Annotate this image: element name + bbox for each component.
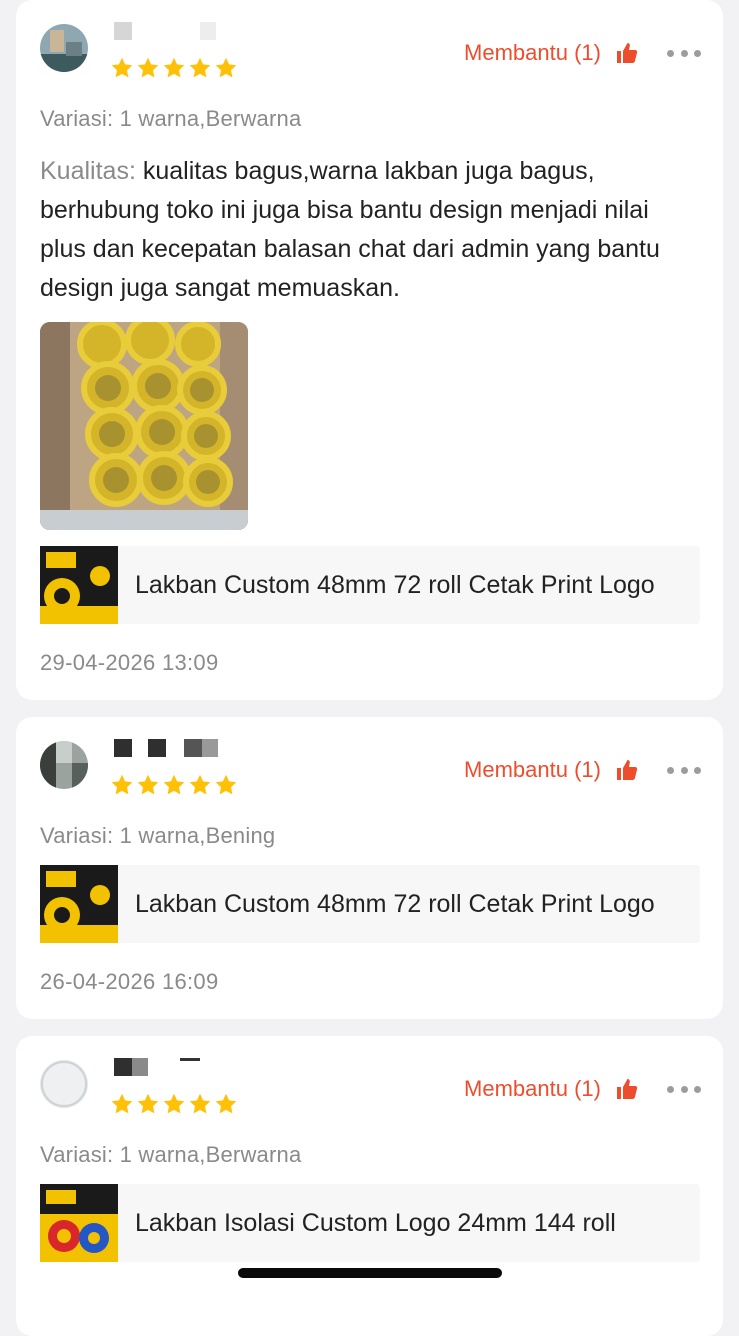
star-icon: [110, 1092, 134, 1116]
product-thumbnail: [40, 865, 118, 943]
review-card: Membantu (1) Variasi: 1 warna,Berwarna L…: [16, 1036, 723, 1336]
product-link[interactable]: Lakban Custom 48mm 72 roll Cetak Print L…: [40, 865, 700, 943]
variation-label: Variasi: 1 warna,Bening: [40, 823, 276, 848]
review-date: 29-04-2026 13:09: [40, 650, 219, 675]
variation-label: Variasi: 1 warna,Berwarna: [40, 106, 302, 131]
product-link[interactable]: Lakban Custom 48mm 72 roll Cetak Print L…: [40, 546, 700, 624]
star-icon: [214, 773, 238, 797]
reviewer-name-blurred: [114, 739, 224, 757]
helpful-label: Membantu (1): [464, 1076, 601, 1101]
product-link[interactable]: Lakban Isolasi Custom Logo 24mm 144 roll: [40, 1184, 700, 1262]
reviewer-name-blurred: [114, 1058, 224, 1076]
star-icon: [110, 773, 134, 797]
thumbs-up-icon: [615, 758, 639, 782]
helpful-button[interactable]: Membantu (1): [464, 755, 639, 785]
star-rating: [110, 56, 238, 82]
thumbs-up-icon: [615, 41, 639, 65]
helpful-label: Membantu (1): [464, 757, 601, 782]
star-icon: [162, 1092, 186, 1116]
more-options-icon: [667, 49, 674, 57]
review-card: Membantu (1) Variasi: 1 warna,Berwarna K…: [16, 0, 723, 700]
star-rating: [110, 1092, 238, 1118]
more-options-button[interactable]: [667, 755, 701, 785]
star-icon: [110, 56, 134, 80]
star-icon: [136, 1092, 160, 1116]
avatar[interactable]: [40, 741, 88, 789]
review-card: Membantu (1) Variasi: 1 warna,Bening Lak…: [16, 717, 723, 1019]
review-photo[interactable]: [40, 322, 248, 530]
variation-label: Variasi: 1 warna,Berwarna: [40, 1142, 302, 1167]
more-options-icon: [667, 1085, 674, 1093]
review-text: Kualitas: kualitas bagus,warna lakban ju…: [40, 152, 700, 308]
avatar[interactable]: [40, 1060, 88, 1108]
home-indicator[interactable]: [238, 1268, 502, 1278]
product-thumbnail: [40, 546, 118, 624]
star-icon: [214, 1092, 238, 1116]
star-icon: [136, 56, 160, 80]
helpful-button[interactable]: Membantu (1): [464, 1074, 639, 1104]
reviewer-name-blurred: [114, 22, 224, 40]
product-name: Lakban Isolasi Custom Logo 24mm 144 roll: [135, 1209, 616, 1237]
star-icon: [188, 1092, 212, 1116]
more-options-button[interactable]: [667, 1074, 701, 1104]
star-rating: [110, 773, 238, 799]
more-options-icon: [667, 766, 674, 774]
product-name: Lakban Custom 48mm 72 roll Cetak Print L…: [135, 890, 655, 918]
star-icon: [214, 56, 238, 80]
review-date: 26-04-2026 16:09: [40, 969, 219, 994]
star-icon: [162, 56, 186, 80]
star-icon: [188, 56, 212, 80]
helpful-label: Membantu (1): [464, 40, 601, 65]
star-icon: [188, 773, 212, 797]
product-thumbnail: [40, 1184, 118, 1262]
star-icon: [136, 773, 160, 797]
review-text-label: Kualitas:: [40, 157, 136, 185]
more-options-button[interactable]: [667, 38, 701, 68]
helpful-button[interactable]: Membantu (1): [464, 38, 639, 68]
thumbs-up-icon: [615, 1077, 639, 1101]
star-icon: [162, 773, 186, 797]
avatar[interactable]: [40, 24, 88, 72]
product-name: Lakban Custom 48mm 72 roll Cetak Print L…: [135, 571, 655, 599]
